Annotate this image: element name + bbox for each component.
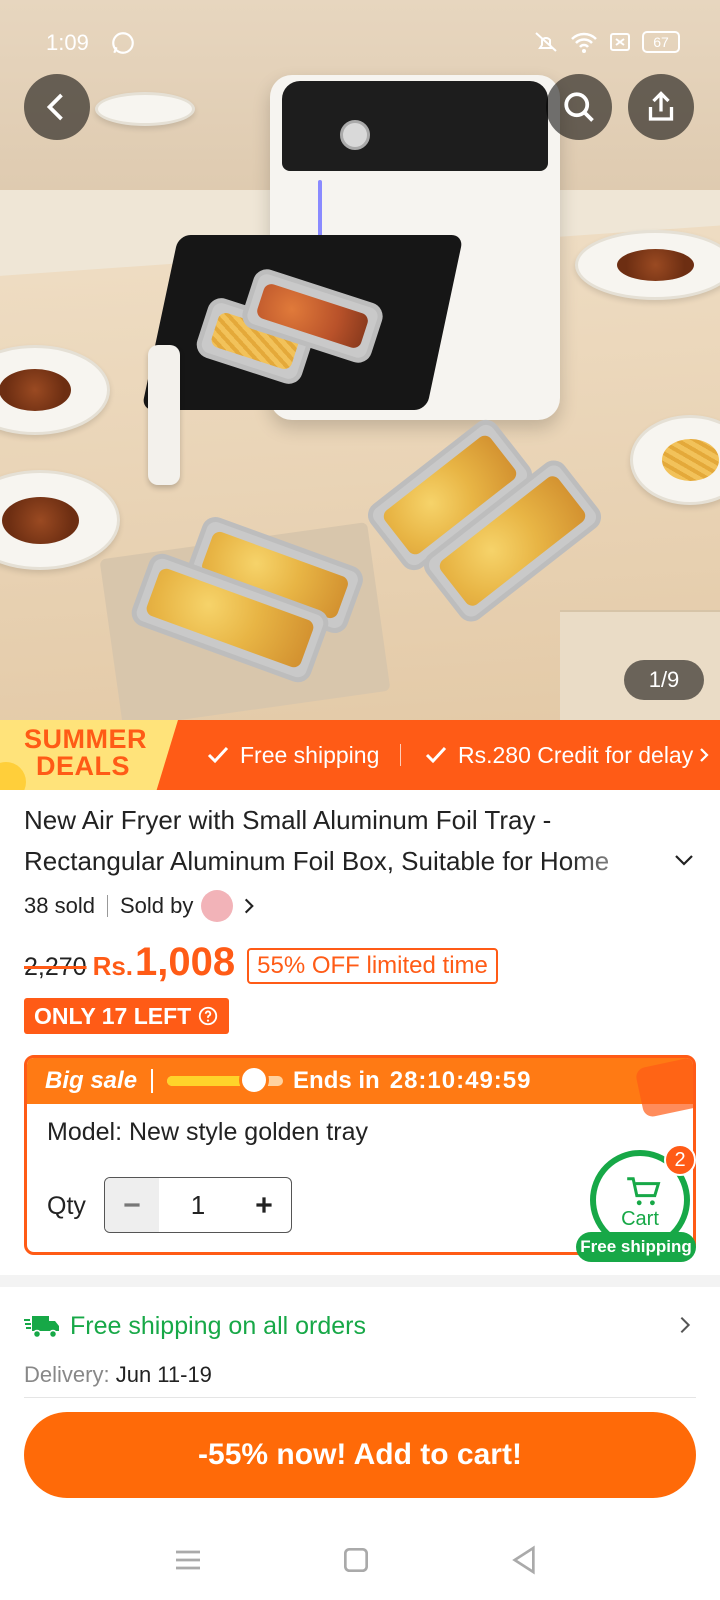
cart-button[interactable]: Cart 2 Free shipping xyxy=(576,1144,696,1262)
original-price: 2,270 xyxy=(24,953,87,981)
share-icon xyxy=(648,91,674,121)
check-icon xyxy=(207,746,229,764)
share-button[interactable] xyxy=(628,74,694,140)
no-sim-icon xyxy=(610,33,630,51)
sale-label: Big sale xyxy=(45,1067,138,1094)
battery-icon: 67 xyxy=(642,31,680,53)
clock-icon xyxy=(239,1065,270,1095)
summer-deals-line1: SUMMER xyxy=(24,724,147,754)
benefit-label: Rs.280 Credit for delay xyxy=(458,741,694,768)
fryer-handle xyxy=(148,345,180,485)
qty-decrease-button[interactable] xyxy=(105,1178,159,1232)
truck-icon xyxy=(24,1316,59,1339)
cart-count-badge: 2 xyxy=(664,1144,696,1176)
current-price: 1,008 xyxy=(135,940,236,984)
shipping-headline: Free shipping on all orders xyxy=(70,1311,366,1340)
divider xyxy=(24,1397,696,1398)
delivery-info: Delivery: Jun 11-19 xyxy=(24,1362,212,1388)
check-icon xyxy=(425,746,447,764)
delivery-label: Delivery: xyxy=(24,1362,110,1387)
home-icon[interactable] xyxy=(340,1544,372,1576)
plus-icon xyxy=(256,1197,272,1213)
chevron-left-icon xyxy=(46,93,63,121)
search-button[interactable] xyxy=(546,74,612,140)
system-nav-bar xyxy=(0,1520,720,1600)
qty-input[interactable]: 1 xyxy=(159,1178,237,1232)
qty-label: Qty xyxy=(47,1192,86,1220)
sold-count: 38 sold xyxy=(24,893,95,918)
shipping-row[interactable]: Free shipping on all orders xyxy=(24,1306,696,1346)
divider xyxy=(106,895,108,917)
summer-deals-line2: DEALS xyxy=(36,751,131,781)
sales-row[interactable]: 38 sold Sold by xyxy=(24,888,259,924)
benefit-label: Free shipping xyxy=(240,741,380,768)
help-icon xyxy=(199,1006,218,1026)
chevron-right-icon xyxy=(245,898,255,914)
price-row: 2,270 Rs. 1,008 55% OFF limited time xyxy=(24,940,498,992)
plate xyxy=(95,92,195,126)
benefit-free-shipping: Free shipping xyxy=(206,720,379,790)
sale-progress xyxy=(167,1065,284,1095)
whatsapp-icon xyxy=(112,32,134,54)
delivery-dates: Jun 11-19 xyxy=(115,1362,212,1387)
sale-header: Big sale Ends in 28:10:49:59 xyxy=(27,1058,693,1119)
mute-icon xyxy=(535,32,557,52)
sun-icon xyxy=(0,762,26,790)
stock-label: ONLY 17 LEFT xyxy=(34,1002,192,1029)
chevron-right-icon xyxy=(680,1316,691,1334)
benefit-delay-credit: Rs.280 Credit for delay xyxy=(424,720,713,790)
promo-strip[interactable]: SUMMER DEALS Free shipping Rs.280 Credit… xyxy=(0,720,720,790)
product-title[interactable]: New Air Fryer with Small Aluminum Foil T… xyxy=(24,800,664,882)
expand-title-icon[interactable] xyxy=(672,848,696,872)
search-icon xyxy=(564,92,594,122)
cart-free-shipping-label: Free shipping xyxy=(576,1232,696,1262)
product-title-line2: Rectangular Aluminum Foil Box, Suitable … xyxy=(24,846,610,876)
wifi-icon xyxy=(571,32,597,53)
back-button[interactable] xyxy=(24,74,90,140)
minus-icon xyxy=(124,1203,140,1207)
section-divider xyxy=(0,1275,720,1287)
status-time: 1:09 xyxy=(46,30,89,55)
divider xyxy=(151,1069,154,1093)
model-selector[interactable]: Model: New style golden tray xyxy=(47,1118,368,1147)
qty-increase-button[interactable] xyxy=(237,1178,291,1232)
product-image[interactable]: 1:09 67 1/9 xyxy=(0,0,720,720)
sold-by-label: Sold by xyxy=(119,893,194,918)
product-page: 1:09 67 1/9 SUMMER DEALS Free shipping R… xyxy=(0,0,720,1600)
stock-badge[interactable]: ONLY 17 LEFT xyxy=(24,998,230,1034)
quantity-stepper: 1 xyxy=(104,1177,292,1233)
menu-icon[interactable] xyxy=(172,1544,204,1576)
cart-icon xyxy=(627,1177,661,1206)
currency-label: Rs. xyxy=(92,951,134,981)
promo-divider xyxy=(400,744,401,766)
status-bar: 1:09 67 xyxy=(0,28,720,64)
summer-deals-badge: SUMMER DEALS xyxy=(0,720,178,790)
ends-label: Ends in xyxy=(293,1067,380,1094)
chevron-right-icon xyxy=(700,748,709,762)
discount-badge: 55% OFF limited time xyxy=(247,948,498,984)
seller-avatar[interactable] xyxy=(201,890,234,922)
image-counter: 1/9 xyxy=(624,660,704,700)
back-nav-icon[interactable] xyxy=(508,1544,540,1576)
countdown-timer: 28:10:49:59 xyxy=(389,1067,532,1094)
add-to-cart-button[interactable]: -55% now! Add to cart! xyxy=(24,1412,696,1498)
product-title-line1: New Air Fryer with Small Aluminum Foil T… xyxy=(24,805,552,835)
cart-label: Cart xyxy=(621,1208,659,1230)
sale-decoration xyxy=(634,1058,693,1119)
